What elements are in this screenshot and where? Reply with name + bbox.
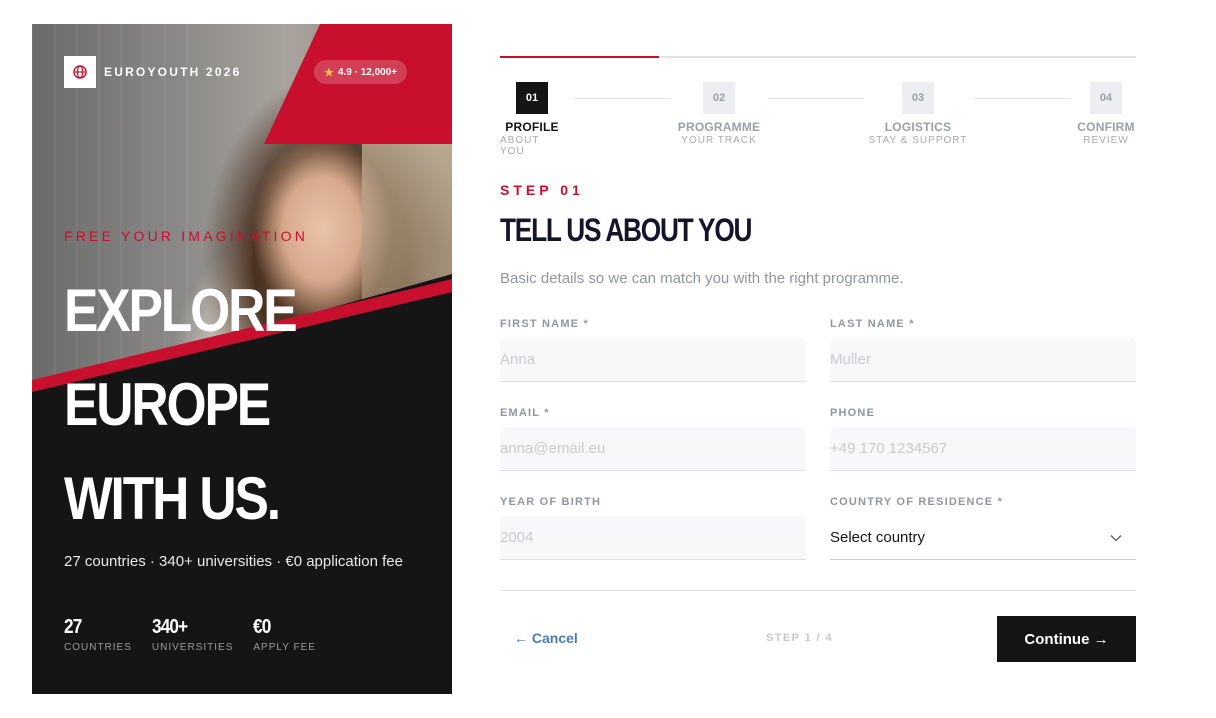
stat-label: COUNTRIES [64,642,132,653]
globe-icon [64,56,96,88]
country-select[interactable]: Select country [830,516,1136,560]
rating-text: 4.9 · 12,000+ [337,66,398,78]
step-programme[interactable]: 02 PROGRAMME YOUR TRACK [674,82,764,146]
step-number: 02 [703,82,735,114]
headline: EXPLORE EUROPE WITH US. [64,264,424,546]
year-of-birth-input[interactable] [500,516,806,560]
step-title: LOGISTICS [884,120,952,134]
headline-line: WITH US. [64,465,281,532]
step-subtitle: ABOUT YOU [500,135,540,157]
progress-bar [500,56,1136,58]
continue-button[interactable]: Continue → [997,616,1136,662]
country-label: COUNTRY OF RESIDENCE * [830,496,1004,508]
step-number: 03 [902,82,934,114]
stat-countries: 27 COUNTRIES [64,616,132,653]
step-subtitle: REVIEW [1083,135,1129,146]
rating-badge: ★ 4.9 · 12,000+ [314,60,408,84]
stats: 27 COUNTRIES 340+ UNIVERSITIES €0 APPLY … [64,616,316,653]
tagline: FREE YOUR IMAGINATION [64,228,309,244]
phone-input[interactable] [830,427,1136,471]
cancel-button[interactable]: ← Cancel [514,630,578,646]
form-description: Basic details so we can match you with t… [500,270,904,287]
first-name-field: FIRST NAME * [500,318,806,382]
step-connector [768,98,864,99]
email-field: EMAIL * [500,407,806,471]
first-name-input[interactable] [500,338,806,382]
brand-name: EUROYOUTH 2026 [104,65,242,79]
step-title: CONFIRM [1077,120,1135,134]
email-input[interactable] [500,427,806,471]
step-profile[interactable]: 01 PROFILE ABOUT YOU [500,82,564,157]
red-corner-shape [264,24,452,144]
step-subtitle: YOUR TRACK [681,135,757,146]
page: EUROYOUTH 2026 ★ 4.9 · 12,000+ FREE YOUR… [0,0,1216,718]
stat-label: UNIVERSITIES [151,642,234,653]
headline-line: EUROPE [64,371,271,438]
step-count: STEP 1 / 4 [766,632,833,644]
step-number: 04 [1090,82,1122,114]
step-connector [574,98,670,99]
phone-label: PHONE [830,407,876,419]
stat-value: 27 [64,616,82,638]
country-select-value: Select country [830,529,926,546]
year-of-birth-field: YEAR OF BIRTH [500,496,806,560]
phone-field: PHONE [830,407,1136,471]
step-title: PROFILE [505,120,559,134]
chevron-down-icon [1110,534,1122,542]
step-title: PROGRAMME [677,120,761,134]
step-number: 01 [516,82,548,114]
stat-value: 340+ [151,616,188,638]
hero-panel: EUROYOUTH 2026 ★ 4.9 · 12,000+ FREE YOUR… [32,24,452,694]
year-of-birth-label: YEAR OF BIRTH [500,496,602,508]
email-label: EMAIL * [500,407,550,419]
headline-line: EXPLORE [64,277,298,344]
step-label: STEP 01 [500,182,584,198]
brand[interactable]: EUROYOUTH 2026 [64,56,242,88]
step-confirm[interactable]: 04 CONFIRM REVIEW [1074,82,1138,146]
star-icon: ★ [324,66,334,79]
last-name-input[interactable] [830,338,1136,382]
stat-value: €0 [253,616,271,638]
step-subtitle: STAY & SUPPORT [868,135,968,146]
last-name-field: LAST NAME * [830,318,1136,382]
progress-fill [500,56,659,58]
first-name-label: FIRST NAME * [500,318,589,330]
form-title: TELL US ABOUT YOU [500,212,752,248]
step-logistics[interactable]: 03 LOGISTICS STAY & SUPPORT [868,82,968,146]
hero-subtitle: 27 countries · 340+ universities · €0 ap… [64,553,403,570]
form-divider [500,590,1136,591]
last-name-label: LAST NAME * [830,318,915,330]
country-field: COUNTRY OF RESIDENCE * Select country [830,496,1136,560]
stat-fee: €0 APPLY FEE [253,616,316,653]
application-form: 01 PROFILE ABOUT YOU 02 PROGRAMME YOUR T… [500,0,1136,718]
stat-label: APPLY FEE [253,642,316,653]
stat-universities: 340+ UNIVERSITIES [152,616,233,653]
step-connector [974,98,1070,99]
stepper: 01 PROFILE ABOUT YOU 02 PROGRAMME YOUR T… [500,82,1138,157]
